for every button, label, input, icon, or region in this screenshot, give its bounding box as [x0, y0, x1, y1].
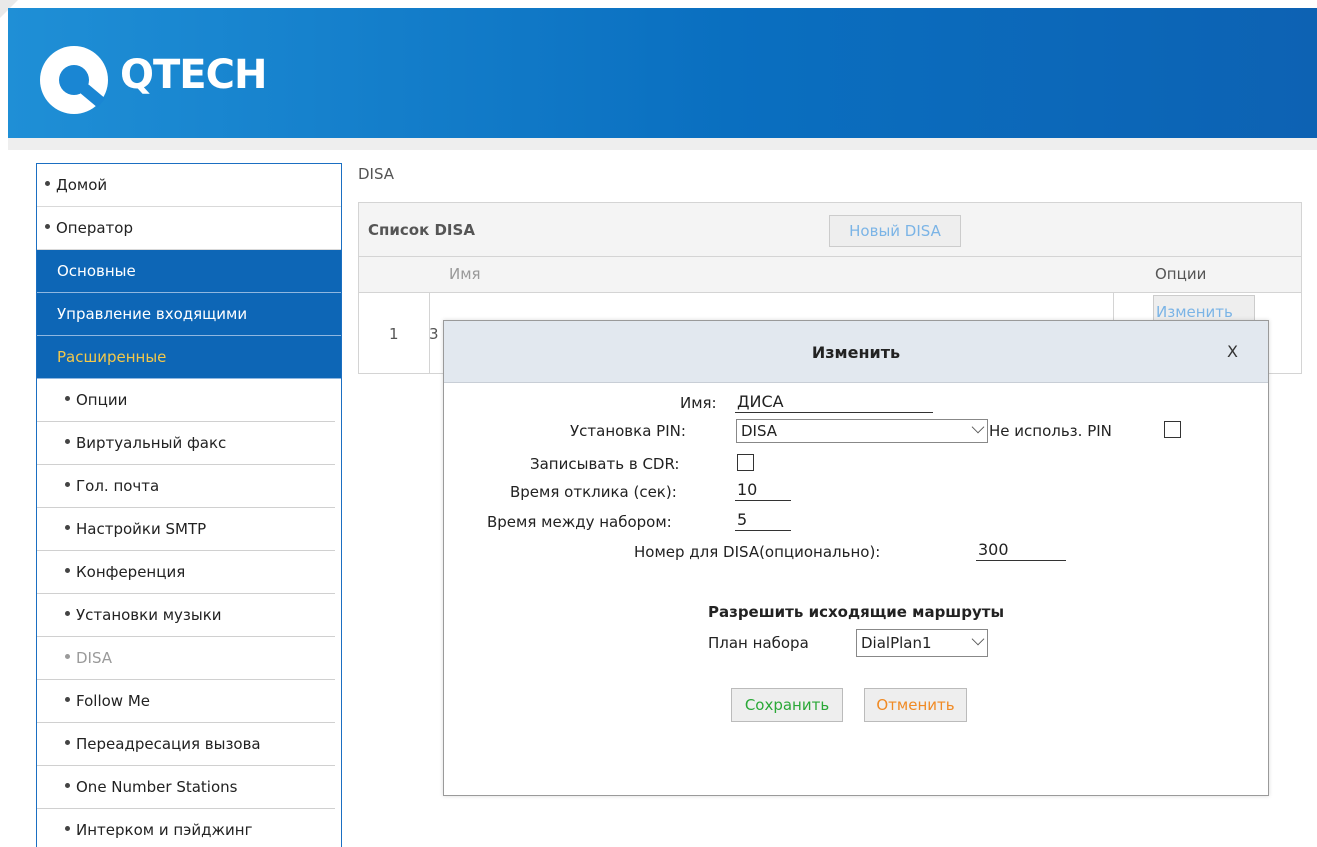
sidebar-item-operator[interactable]: Оператор [37, 207, 341, 250]
list-header: Список DISA Новый DISA [359, 203, 1301, 257]
sidebar-item-disa[interactable]: DISA [37, 637, 335, 680]
bullet-icon [65, 611, 70, 616]
sidebar-section-basic[interactable]: Основные [37, 250, 341, 293]
list-title: Список DISA [368, 221, 475, 239]
new-disa-button[interactable]: Новый DISA [829, 215, 961, 247]
sidebar-section-advanced[interactable]: Расширенные [37, 336, 341, 379]
bullet-icon [65, 482, 70, 487]
qtech-logo-icon [40, 46, 108, 114]
disa-number-field[interactable]: 300 [976, 541, 1066, 561]
chevron-down-icon [971, 420, 985, 434]
cdr-checkbox[interactable] [737, 454, 754, 471]
bullet-icon [65, 697, 70, 702]
sidebar-item-options[interactable]: Опции [37, 379, 335, 422]
cancel-button[interactable]: Отменить [864, 688, 967, 722]
sidebar-item-conference[interactable]: Конференция [37, 551, 335, 594]
name-field[interactable]: ДИСА [735, 393, 933, 413]
sidebar-nav: Домой Оператор Основные Управление входя… [36, 163, 342, 847]
cdr-label: Записывать в CDR: [530, 455, 680, 473]
row-name: 3 [429, 325, 439, 343]
sidebar-item-voicemail[interactable]: Гол. почта [37, 465, 335, 508]
logo-text: QTECH [120, 52, 267, 98]
outbound-routes-title: Разрешить исходящие маршруты [707, 603, 1005, 621]
row-number: 1 [389, 325, 399, 343]
sidebar-item-intercom[interactable]: Интерком и пэйджинг [37, 809, 335, 847]
sidebar-item-home[interactable]: Домой [37, 164, 341, 207]
name-label: Имя: [680, 394, 717, 412]
response-time-label: Время отклика (сек): [510, 483, 677, 501]
sidebar-item-call-forward[interactable]: Переадресация вызова [37, 723, 335, 766]
dialplan-select[interactable]: DialPlan1 [856, 629, 988, 657]
pin-label: Установка PIN: [570, 422, 686, 440]
edit-dialog: Изменить X Имя: ДИСА Установка PIN: DISA… [443, 320, 1269, 796]
bullet-icon [65, 654, 70, 659]
dialog-title: Изменить [811, 343, 901, 362]
bullet-icon [45, 181, 50, 186]
sidebar-item-one-number[interactable]: One Number Stations [37, 766, 335, 809]
interdigit-label: Время между набором: [487, 513, 672, 531]
save-button[interactable]: Сохранить [731, 688, 843, 722]
dialog-header: Изменить X [444, 321, 1268, 383]
bullet-icon [65, 568, 70, 573]
app-header: QTECH [8, 8, 1317, 138]
bullet-icon [65, 396, 70, 401]
sidebar-item-virtual-fax[interactable]: Виртуальный факс [37, 422, 335, 465]
no-pin-label: Не использ. PIN [989, 422, 1112, 440]
interdigit-field[interactable]: 5 [735, 511, 791, 531]
column-header-name: Имя [449, 265, 481, 283]
bullet-icon [65, 525, 70, 530]
dialplan-label: План набора [708, 634, 809, 652]
sidebar-item-follow-me[interactable]: Follow Me [37, 680, 335, 723]
bullet-icon [65, 740, 70, 745]
bullet-icon [45, 224, 50, 229]
bullet-icon [65, 783, 70, 788]
column-header-options: Опции [1155, 265, 1207, 283]
pin-select-value: DISA [741, 422, 778, 440]
sidebar-item-music[interactable]: Установки музыки [37, 594, 335, 637]
pin-select[interactable]: DISA [736, 419, 988, 443]
breadcrumb: DISA [358, 165, 395, 183]
sidebar-item-smtp[interactable]: Настройки SMTP [37, 508, 335, 551]
bullet-icon [65, 439, 70, 444]
dialplan-select-value: DialPlan1 [861, 634, 932, 652]
bullet-icon [65, 826, 70, 831]
header-band [8, 138, 1317, 150]
sidebar-section-inbound[interactable]: Управление входящими [37, 293, 341, 336]
no-pin-checkbox[interactable] [1164, 421, 1181, 438]
table-header-row: Имя Опции [359, 257, 1301, 293]
close-icon[interactable]: X [1227, 342, 1238, 361]
disa-number-label: Номер для DISA(опционально): [634, 543, 881, 561]
response-time-field[interactable]: 10 [735, 481, 791, 501]
chevron-down-icon [971, 632, 985, 646]
